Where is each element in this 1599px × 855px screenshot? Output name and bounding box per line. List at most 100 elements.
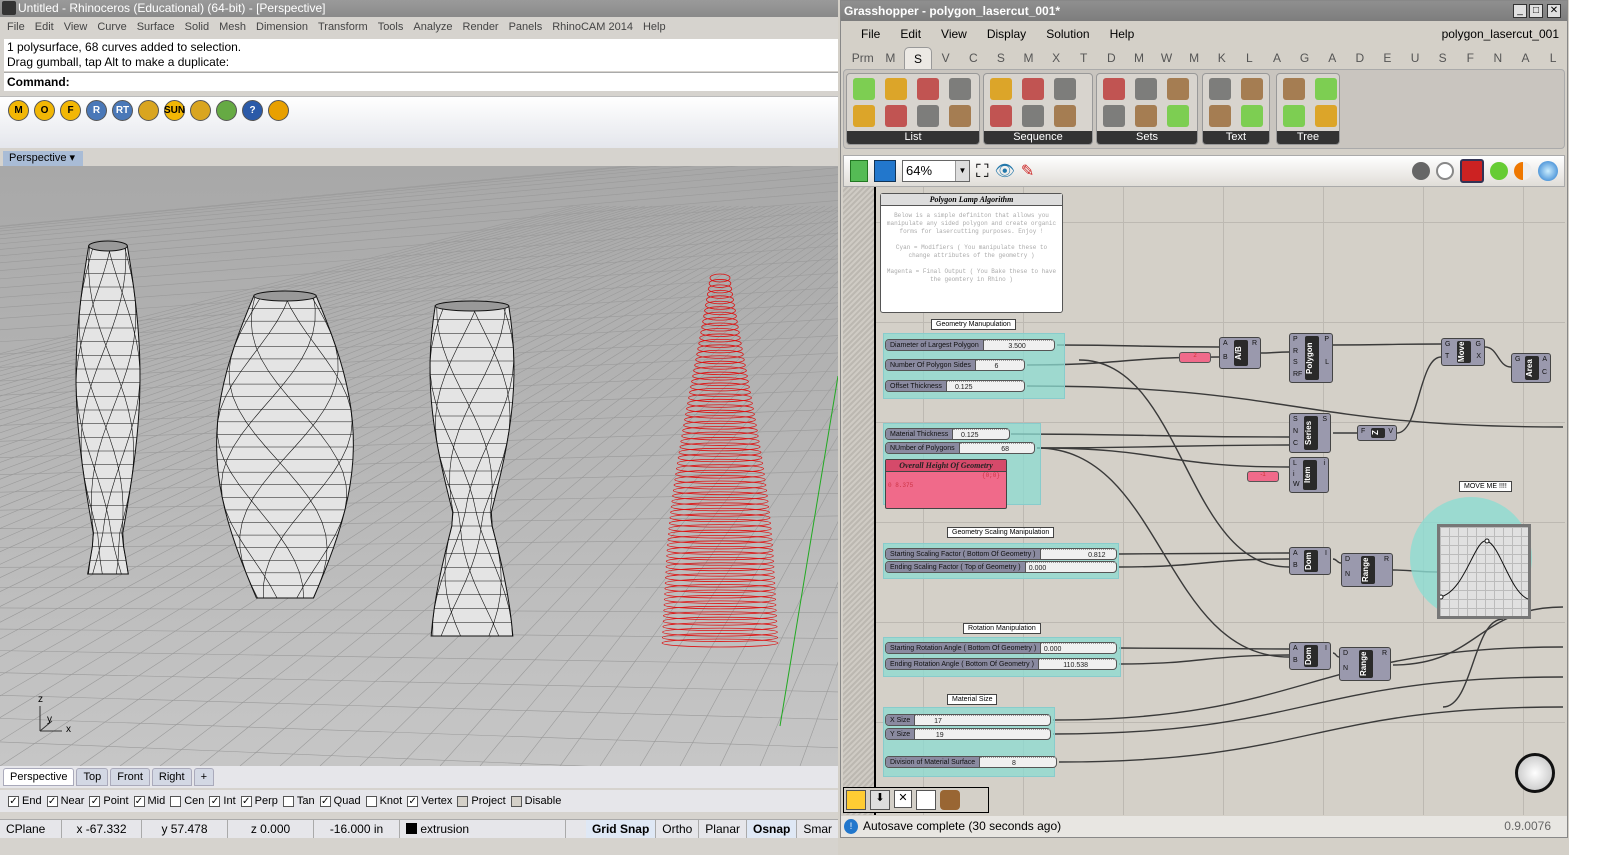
- category-tab[interactable]: L: [1539, 47, 1567, 69]
- input-param[interactable]: G: [1445, 341, 1450, 348]
- osnap-toggle[interactable]: Osnap: [746, 820, 798, 838]
- category-tab[interactable]: M: [877, 47, 905, 69]
- input-param[interactable]: P: [1293, 336, 1298, 343]
- category-tab[interactable]: V: [932, 47, 960, 69]
- category-tab[interactable]: A: [1263, 47, 1291, 69]
- output-param[interactable]: R: [1384, 556, 1389, 563]
- output-param[interactable]: L: [1325, 359, 1329, 366]
- component-icon[interactable]: [1022, 105, 1044, 127]
- menu-display[interactable]: Display: [977, 23, 1036, 45]
- component-area[interactable]: Area G A C: [1511, 353, 1551, 383]
- component-item[interactable]: Item Li Wi: [1289, 457, 1329, 493]
- number-slider[interactable]: Starting Rotation Angle ( Bottom Of Geom…: [885, 642, 1117, 654]
- m-icon[interactable]: M: [8, 100, 29, 121]
- menu-help[interactable]: Help: [1100, 23, 1145, 45]
- slider-track[interactable]: 0.125: [946, 381, 1024, 391]
- menu-tools[interactable]: Tools: [373, 17, 409, 37]
- viewport-title[interactable]: Perspective ▾: [3, 151, 83, 166]
- output-param[interactable]: i: [1323, 460, 1325, 467]
- osnap-project[interactable]: Project: [457, 795, 506, 807]
- category-tab[interactable]: D: [1098, 47, 1126, 69]
- osnap-knot[interactable]: Knot: [365, 795, 402, 807]
- menu-solid[interactable]: Solid: [180, 17, 214, 37]
- category-tab[interactable]: T: [1070, 47, 1098, 69]
- slider-track[interactable]: 6: [975, 360, 1024, 370]
- output-param[interactable]: R: [1382, 650, 1387, 657]
- input-param[interactable]: RF: [1293, 371, 1302, 378]
- save-file-icon[interactable]: [874, 160, 896, 182]
- component-z[interactable]: ZF V: [1357, 425, 1397, 441]
- input-param[interactable]: C: [1293, 440, 1298, 447]
- osnap-near[interactable]: ✓ Near: [46, 795, 84, 807]
- ribbon-group-label[interactable]: Sets: [1097, 131, 1197, 144]
- component-icon[interactable]: [1283, 78, 1305, 100]
- category-tab[interactable]: D: [1346, 47, 1374, 69]
- info-panel[interactable]: Polygon Lamp Algorithm Below is a simple…: [880, 193, 1063, 313]
- input-param[interactable]: R: [1293, 348, 1298, 355]
- menu-transform[interactable]: Transform: [313, 17, 373, 37]
- category-tab[interactable]: C: [959, 47, 987, 69]
- wireframe-preview-icon[interactable]: [1436, 162, 1454, 180]
- command-input[interactable]: Command:: [4, 72, 838, 91]
- checkbox[interactable]: [457, 795, 469, 807]
- osnap-mid[interactable]: ✓ Mid: [133, 795, 165, 807]
- checkbox[interactable]: ✓: [89, 795, 101, 807]
- open-file-icon[interactable]: [850, 160, 868, 182]
- cplane-label[interactable]: CPlane: [0, 820, 62, 838]
- category-tab[interactable]: S: [904, 47, 932, 69]
- input-param[interactable]: i: [1293, 471, 1295, 478]
- menu-file[interactable]: File: [851, 23, 890, 45]
- component-icon[interactable]: [1241, 78, 1263, 100]
- group-label[interactable]: Geometry Manupulation: [931, 319, 1016, 330]
- shaded-preview-icon[interactable]: [1460, 159, 1484, 183]
- zoom-dropdown[interactable]: 64% ▼: [902, 160, 970, 182]
- component-icon[interactable]: [917, 105, 939, 127]
- sun-icon[interactable]: SUN: [164, 100, 185, 121]
- category-tab[interactable]: U: [1401, 47, 1429, 69]
- wire-display-icon[interactable]: [846, 790, 866, 810]
- tab-front[interactable]: Front: [110, 768, 150, 786]
- menu-solution[interactable]: Solution: [1036, 23, 1099, 45]
- component-icon[interactable]: [1241, 105, 1263, 127]
- slider-track[interactable]: 110.538: [1038, 659, 1116, 669]
- menu-file[interactable]: File: [2, 17, 30, 37]
- input-param[interactable]: W: [1293, 481, 1300, 488]
- ribbon-group-label[interactable]: Sequence: [984, 131, 1092, 144]
- help-icon[interactable]: ?: [242, 100, 263, 121]
- category-tab[interactable]: A: [1318, 47, 1346, 69]
- category-tab[interactable]: X: [1042, 47, 1070, 69]
- component-icon[interactable]: [949, 105, 971, 127]
- input-param[interactable]: B: [1223, 354, 1228, 361]
- group-label[interactable]: MOVE ME !!!!: [1459, 481, 1512, 492]
- graph-mapper[interactable]: [1437, 524, 1531, 619]
- component-icon[interactable]: [885, 105, 907, 127]
- rt-icon[interactable]: RT: [112, 100, 133, 121]
- checkbox[interactable]: [282, 795, 294, 807]
- checkbox[interactable]: ✓: [240, 795, 252, 807]
- menu-panels[interactable]: Panels: [504, 17, 548, 37]
- maximize-button[interactable]: □: [1529, 4, 1543, 18]
- component-icon[interactable]: [885, 78, 907, 100]
- component-a-b[interactable]: A/B A B R: [1219, 337, 1261, 369]
- menu-edit[interactable]: Edit: [30, 17, 59, 37]
- tab-perspective[interactable]: Perspective: [3, 768, 75, 786]
- input-param[interactable]: A: [1293, 645, 1298, 652]
- input-param[interactable]: G: [1515, 356, 1520, 363]
- checkbox[interactable]: ✓: [46, 795, 58, 807]
- input-param[interactable]: D: [1345, 556, 1350, 563]
- osnap-vertex[interactable]: ✓ Vertex: [407, 795, 452, 807]
- light-icon[interactable]: [190, 100, 211, 121]
- output-panel-height[interactable]: Overall Height Of Geometry {0;0} 0 8.375: [885, 459, 1007, 509]
- component-icon[interactable]: [1054, 105, 1076, 127]
- category-tab[interactable]: S: [987, 47, 1015, 69]
- component-range[interactable]: Range D N R: [1339, 647, 1391, 681]
- category-tab[interactable]: L: [1236, 47, 1264, 69]
- component-icon[interactable]: [1103, 105, 1125, 127]
- slider-track[interactable]: 68: [959, 443, 1034, 453]
- category-tab[interactable]: F: [1456, 47, 1484, 69]
- preview-off-icon[interactable]: [1412, 162, 1430, 180]
- tag-o-icon[interactable]: O: [34, 100, 55, 121]
- component-icon[interactable]: [1022, 78, 1044, 100]
- component-icon[interactable]: [917, 78, 939, 100]
- category-tab[interactable]: S: [1429, 47, 1457, 69]
